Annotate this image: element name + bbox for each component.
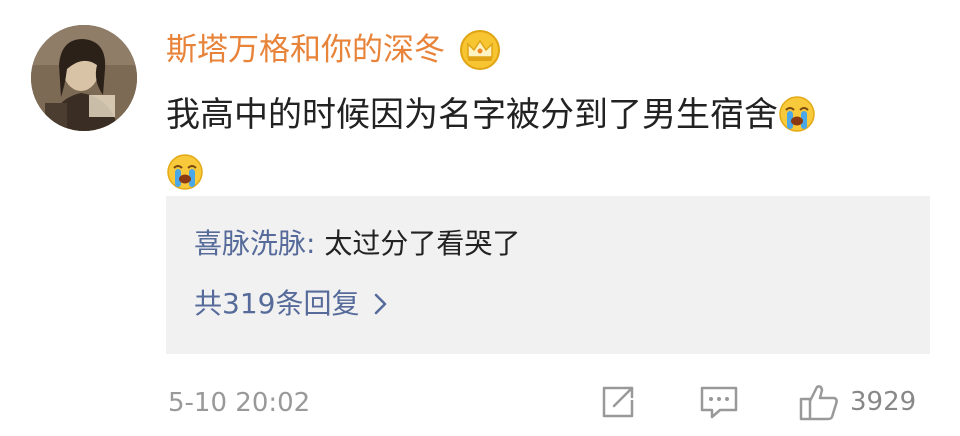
reply-box[interactable]: 喜脉洗脉: 太过分了看哭了 共319条回复	[166, 196, 930, 354]
comment-body: 我高中的时候因为名字被分到了男生宿舍	[166, 86, 936, 202]
reply-author[interactable]: 喜脉洗脉	[194, 227, 306, 260]
like-count: 3929	[850, 387, 917, 417]
like-button[interactable]: 3929	[798, 380, 916, 424]
reply-preview: 喜脉洗脉: 太过分了看哭了	[194, 224, 520, 264]
share-icon	[602, 386, 634, 418]
avatar[interactable]	[31, 25, 137, 131]
share-button[interactable]	[598, 380, 638, 424]
reply-text: 太过分了看哭了	[324, 227, 521, 260]
crown-badge-icon[interactable]	[459, 29, 501, 71]
crying-emoji-icon	[167, 154, 203, 190]
timestamp: 5-10 20:02	[168, 388, 311, 418]
reply-colon: :	[306, 227, 316, 260]
comment-header: 斯塔万格和你的深冬	[166, 28, 501, 72]
more-replies-link[interactable]: 共319条回复	[194, 284, 389, 324]
username[interactable]: 斯塔万格和你的深冬	[166, 28, 445, 72]
comment-text: 我高中的时候因为名字被分到了男生宿舍	[166, 95, 778, 135]
comment-button[interactable]	[698, 380, 740, 424]
thumbs-up-icon	[799, 385, 838, 421]
more-replies-label: 共319条回复	[194, 287, 360, 320]
chevron-right-icon	[375, 293, 387, 315]
comment-icon	[700, 386, 738, 419]
avatar-image	[31, 25, 137, 131]
crying-emoji-icon	[779, 96, 815, 132]
